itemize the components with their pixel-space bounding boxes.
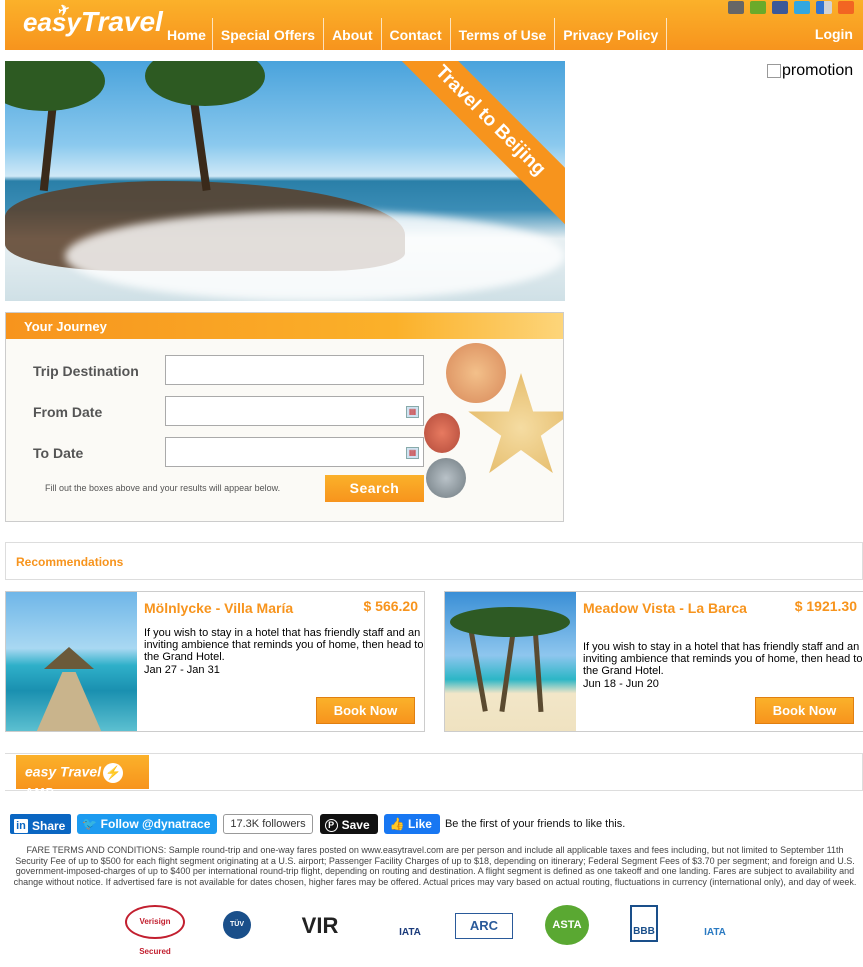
hotel-dates: Jan 27 - Jan 31 [144, 664, 220, 676]
hotel-price: $ 1921.30 [794, 598, 857, 614]
nav-privacy-policy[interactable]: Privacy Policy [555, 18, 668, 50]
main-nav: Home Special Offers About Contact Terms … [155, 18, 668, 50]
delicious-icon[interactable] [816, 1, 832, 14]
apple-icon[interactable] [728, 1, 744, 14]
calendar-icon[interactable]: ▦ [406, 447, 419, 459]
login-link[interactable]: Login [815, 26, 853, 42]
linkedin-label: Share [32, 818, 66, 833]
verisign-logo[interactable]: Verisign Secured [125, 905, 185, 956]
iata-logo[interactable]: IATA [695, 927, 735, 938]
vir-logo[interactable]: VIR [280, 913, 360, 939]
android-icon[interactable] [750, 1, 766, 14]
linkedin-share-button[interactable]: in Share [10, 814, 72, 834]
trip-destination-label: Trip Destination [33, 363, 139, 379]
palm-fronds [450, 607, 570, 637]
pinterest-icon: P [324, 818, 338, 832]
travel-banner: Travel to Beijing [383, 61, 565, 228]
social-share-row: in Share 🐦 Follow @dynatrace 17.3K follo… [10, 814, 625, 834]
asta-logo[interactable]: ASTA [545, 905, 589, 945]
hotel-price: $ 566.20 [363, 598, 419, 614]
nav-special-offers[interactable]: Special Offers [213, 18, 325, 50]
logo-travel: Travel [80, 6, 163, 37]
amp-bar: easy Travel ⚡ AMP [5, 753, 863, 799]
palm-trunk [499, 632, 516, 712]
recommendation-card[interactable]: Meadow Vista - La Barca $ 1921.30 If you… [444, 591, 863, 732]
fare-terms: FARE TERMS AND CONDITIONS: Sample round-… [13, 845, 857, 887]
seashell-decoration [424, 413, 460, 453]
nav-home[interactable]: Home [155, 18, 213, 50]
promotion-image[interactable]: promotion [767, 62, 853, 80]
facebook-label: Like [407, 817, 432, 831]
tuv-logo[interactable]: TÜV [223, 911, 251, 939]
search-button[interactable]: Search [325, 475, 424, 502]
facebook-like-text: Be the first of your friends to like thi… [444, 818, 626, 830]
logo-easy: easy [23, 7, 81, 37]
hero-image[interactable]: Travel to Beijing [5, 61, 565, 301]
promotion-alt-text: promotion [782, 62, 854, 79]
broken-image-icon [767, 63, 781, 78]
book-now-button[interactable]: Book Now [316, 697, 415, 724]
twitter-label: Follow @dynatrace [100, 817, 211, 831]
social-icons [728, 1, 854, 14]
nav-about[interactable]: About [324, 18, 382, 50]
journey-panel: Your Journey Trip Destination From Date … [5, 312, 564, 522]
twitter-follower-count[interactable]: 17.3K followers [223, 814, 313, 834]
recommendation-card[interactable]: Mölnlycke - Villa María $ 566.20 If you … [5, 591, 425, 732]
arc-logo[interactable]: ARC [455, 913, 513, 939]
amp-label: AMP [25, 785, 55, 800]
seashell-decoration [426, 458, 466, 498]
hotel-image[interactable] [6, 592, 137, 731]
twitter-follow-button[interactable]: 🐦 Follow @dynatrace [77, 814, 218, 834]
to-date-input[interactable]: ▦ [165, 437, 424, 467]
palm-fronds [5, 61, 105, 111]
nav-contact[interactable]: Contact [382, 18, 451, 50]
nav-terms-of-use[interactable]: Terms of Use [451, 18, 556, 50]
section-accent [5, 543, 9, 579]
calendar-icon[interactable]: ▦ [406, 406, 419, 418]
twitter-icon[interactable] [794, 1, 810, 14]
from-date-label: From Date [33, 404, 103, 420]
search-hint: Fill out the boxes above and your result… [45, 483, 281, 493]
recommendations-title: Recommendations [16, 555, 124, 569]
hotel-description: If you wish to stay in a hotel that has … [144, 627, 424, 663]
partner-logos: Verisign Secured TÜV VIR IATA ARC ASTA B… [120, 905, 760, 956]
iata-logo[interactable]: IATA [392, 927, 428, 938]
linkedin-icon: in [14, 818, 28, 833]
pier-hut [44, 647, 94, 669]
amp-badge[interactable]: easy Travel ⚡ AMP [16, 755, 149, 799]
trip-destination-input[interactable] [165, 355, 424, 385]
pier [36, 672, 102, 731]
journey-title: Your Journey [6, 313, 563, 339]
facebook-like-button[interactable]: 👍 Like [383, 814, 440, 834]
book-now-button[interactable]: Book Now [755, 697, 854, 724]
rss-icon[interactable] [838, 1, 854, 14]
thumbs-up-icon: 👍 [389, 817, 405, 831]
seashell-decoration [446, 343, 506, 403]
pinterest-label: Save [341, 818, 370, 832]
lightning-icon: ⚡ [103, 763, 124, 783]
hotel-description: If you wish to stay in a hotel that has … [583, 641, 863, 677]
amp-logo-text: easy Travel [25, 763, 102, 780]
hotel-dates: Jun 18 - Jun 20 [583, 678, 659, 690]
bbb-logo[interactable]: BBB [630, 905, 658, 942]
easytravel-logo[interactable]: ✈ easyTravel [23, 1, 163, 38]
twitter-bird-icon: 🐦 [82, 817, 98, 831]
pinterest-save-button[interactable]: P Save [319, 814, 378, 834]
from-date-input[interactable]: ▦ [165, 396, 424, 426]
hotel-name[interactable]: Meadow Vista - La Barca [583, 599, 753, 617]
recommendations-header: Recommendations [5, 542, 863, 580]
hotel-image[interactable] [445, 592, 576, 731]
palm-fronds [145, 61, 265, 106]
hotel-name[interactable]: Mölnlycke - Villa María [144, 599, 314, 617]
site-header: ✈ easyTravel Home Special Offers About C… [5, 0, 863, 50]
to-date-label: To Date [33, 445, 84, 461]
hero-surf [65, 211, 565, 301]
facebook-icon[interactable] [772, 1, 788, 14]
